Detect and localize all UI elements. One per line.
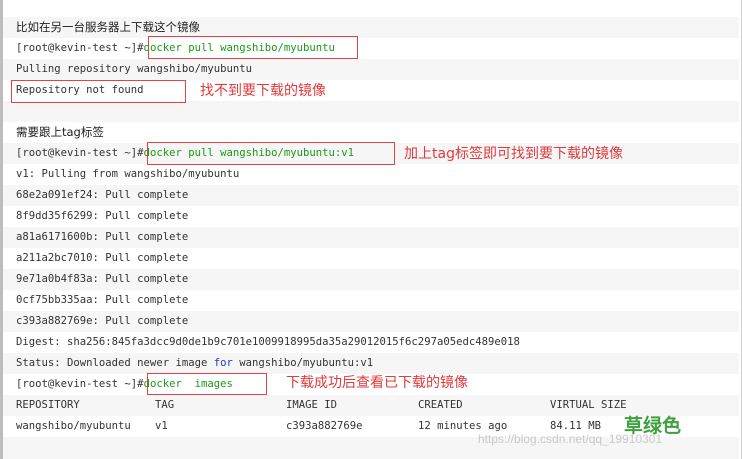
terminal-line: Status: Downloaded newer image for wangs… (3, 353, 739, 374)
layer-status: 9e71a0b4f83a: Pull complete (16, 273, 189, 285)
table-cell: v1 (155, 420, 168, 432)
intro-text: 需要跟上tag标签 (16, 125, 104, 139)
layer-status: a211a2bc7010: Pull complete (16, 252, 189, 264)
highlight-box (148, 36, 358, 59)
status-line: Status: Downloaded newer image for wangs… (16, 357, 374, 369)
terminal-line: 68e2a091ef24: Pull complete (3, 185, 739, 206)
output-text: Pulling repository wangshibo/myubuntu (16, 63, 252, 75)
intro-text: 比如在另一台服务器上下载这个镜像 (16, 20, 200, 34)
layer-status: c393a882769e: Pull complete (16, 315, 189, 327)
highlight-box (147, 142, 395, 165)
shell-prompt: [root@kevin-test ~]# (16, 378, 144, 390)
layer-status: a81a6171600b: Pull complete (16, 231, 189, 243)
column-header: REPOSITORY (16, 399, 80, 411)
table-cell: c393a882769e (286, 420, 363, 432)
annotation-view-images: 下载成功后查看已下载的镜像 (286, 375, 468, 391)
layer-status: 8f9dd35f6299: Pull complete (16, 210, 189, 222)
terminal-line: c393a882769e: Pull complete (3, 311, 739, 332)
digest-line: Digest: sha256:845fa3dcc9d0de1b9c701e100… (16, 336, 520, 348)
highlight-box (11, 80, 186, 103)
output-text: v1: Pulling from wangshibo/myubuntu (16, 168, 240, 180)
terminal-line: 需要跟上tag标签 (3, 122, 739, 143)
terminal-line: 0cf75bb335aa: Pull complete (3, 290, 739, 311)
terminal-line: 比如在另一台服务器上下载这个镜像 (3, 17, 739, 38)
highlight-box (147, 373, 267, 395)
terminal-line (3, 101, 739, 122)
terminal-line: a211a2bc7010: Pull complete (3, 248, 739, 269)
terminal-line: 8f9dd35f6299: Pull complete (3, 206, 739, 227)
column-header: TAG (155, 399, 175, 411)
terminal-line: 9e71a0b4f83a: Pull complete (3, 269, 739, 290)
annotation-add-tag: 加上tag标签即可找到要下载的镜像 (404, 146, 623, 162)
layer-status: 68e2a091ef24: Pull complete (16, 189, 189, 201)
column-header: IMAGE ID (286, 399, 338, 411)
table-cell: wangshibo/myubuntu (16, 420, 131, 432)
column-header: VIRTUAL SIZE (550, 399, 627, 411)
keyword-for: for (213, 357, 233, 369)
column-header: CREATED (418, 399, 463, 411)
shell-prompt: [root@kevin-test ~]# (16, 147, 144, 159)
terminal-line: Digest: sha256:845fa3dcc9d0de1b9c701e100… (3, 332, 739, 353)
screenshot-page: 比如在另一台服务器上下载这个镜像 [root@kevin-test ~]#doc… (0, 0, 742, 459)
terminal-line: [root@kevin-test ~]#docker pull wangshib… (3, 38, 739, 59)
terminal-line: v1: Pulling from wangshibo/myubuntu (3, 164, 739, 185)
layer-status: 0cf75bb335aa: Pull complete (16, 294, 189, 306)
terminal-line: a81a6171600b: Pull complete (3, 227, 739, 248)
annotation-not-found: 找不到要下载的镜像 (200, 83, 326, 99)
shell-prompt: [root@kevin-test ~]# (16, 42, 144, 54)
color-label: 草绿色 (624, 415, 682, 437)
terminal-line: Pulling repository wangshibo/myubuntu (3, 59, 739, 80)
